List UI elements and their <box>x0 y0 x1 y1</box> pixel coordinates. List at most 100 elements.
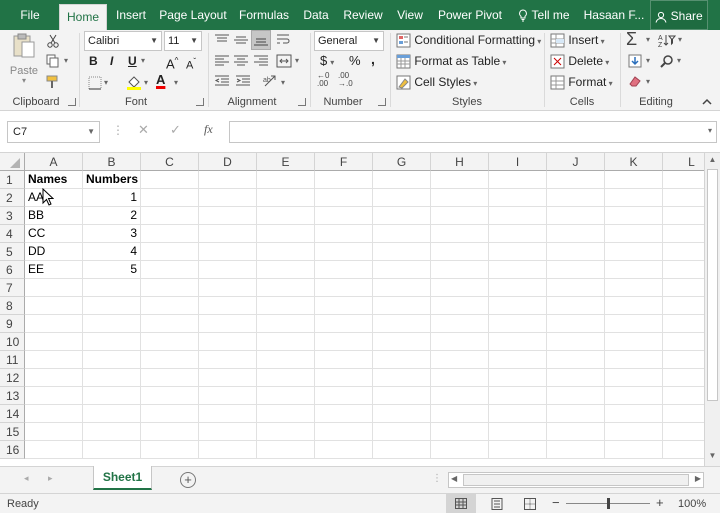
column-header-f[interactable]: F <box>315 153 373 171</box>
font-size-select[interactable]: 11 ▼ <box>164 31 202 51</box>
bold-button[interactable]: B <box>89 52 98 70</box>
cell-i13[interactable] <box>489 387 547 405</box>
cell-b9[interactable] <box>83 315 141 333</box>
cell-l3[interactable] <box>663 207 704 225</box>
cell-j16[interactable] <box>547 441 605 459</box>
row-header-8[interactable]: 8 <box>0 297 25 315</box>
cell-f7[interactable] <box>315 279 373 297</box>
cell-j9[interactable] <box>547 315 605 333</box>
cell-l16[interactable] <box>663 441 704 459</box>
vertical-scroll-thumb[interactable] <box>707 169 718 401</box>
insert-cells-button[interactable]: Insert ▾ <box>550 31 605 51</box>
cell-k15[interactable] <box>605 423 663 441</box>
cell-k10[interactable] <box>605 333 663 351</box>
row-header-11[interactable]: 11 <box>0 351 25 369</box>
cell-i3[interactable] <box>489 207 547 225</box>
cell-c1[interactable] <box>141 171 199 189</box>
clipboard-launcher-icon[interactable] <box>68 98 76 106</box>
account-name[interactable]: Hasaan F... <box>583 0 645 30</box>
row-header-14[interactable]: 14 <box>0 405 25 423</box>
tab-view[interactable]: View <box>394 0 426 30</box>
fill-icon[interactable] <box>628 54 642 68</box>
cancel-icon[interactable]: ✕ <box>138 122 149 138</box>
collapse-ribbon-icon[interactable] <box>702 98 712 106</box>
cell-l4[interactable] <box>663 225 704 243</box>
row-header-4[interactable]: 4 <box>0 225 25 243</box>
cell-j15[interactable] <box>547 423 605 441</box>
cell-g5[interactable] <box>373 243 431 261</box>
cell-k16[interactable] <box>605 441 663 459</box>
tab-file[interactable]: File <box>10 0 50 30</box>
cell-c5[interactable] <box>141 243 199 261</box>
name-box[interactable]: C7 ▼ <box>7 121 100 143</box>
cell-a6[interactable]: EE <box>25 261 83 279</box>
cell-a8[interactable] <box>25 297 83 315</box>
cell-d16[interactable] <box>199 441 257 459</box>
normal-view-button[interactable] <box>446 494 476 513</box>
autosum-dropdown-icon[interactable]: ▾ <box>646 35 650 44</box>
cell-b3[interactable]: 2 <box>83 207 141 225</box>
cell-b14[interactable] <box>83 405 141 423</box>
row-header-9[interactable]: 9 <box>0 315 25 333</box>
row-header-15[interactable]: 15 <box>0 423 25 441</box>
cell-g7[interactable] <box>373 279 431 297</box>
cell-i15[interactable] <box>489 423 547 441</box>
align-left-icon[interactable] <box>214 54 230 68</box>
cell-d6[interactable] <box>199 261 257 279</box>
cell-a2[interactable]: AA <box>25 189 83 207</box>
cell-h1[interactable] <box>431 171 489 189</box>
scroll-up-icon[interactable]: ▲ <box>707 155 718 167</box>
cell-h9[interactable] <box>431 315 489 333</box>
row-header-16[interactable]: 16 <box>0 441 25 459</box>
cell-g9[interactable] <box>373 315 431 333</box>
formula-input[interactable]: ▾ <box>229 121 717 143</box>
cell-c15[interactable] <box>141 423 199 441</box>
clear-icon[interactable] <box>628 75 642 87</box>
cell-i14[interactable] <box>489 405 547 423</box>
cell-e8[interactable] <box>257 297 315 315</box>
cell-e7[interactable] <box>257 279 315 297</box>
cell-d2[interactable] <box>199 189 257 207</box>
cell-a10[interactable] <box>25 333 83 351</box>
row-header-7[interactable]: 7 <box>0 279 25 297</box>
cell-k13[interactable] <box>605 387 663 405</box>
cell-f5[interactable] <box>315 243 373 261</box>
cell-a9[interactable] <box>25 315 83 333</box>
delete-cells-button[interactable]: Delete ▾ <box>550 52 609 72</box>
cell-a5[interactable]: DD <box>25 243 83 261</box>
tab-formulas[interactable]: Formulas <box>236 0 292 30</box>
italic-button[interactable]: I <box>110 52 113 70</box>
cell-e13[interactable] <box>257 387 315 405</box>
cell-l7[interactable] <box>663 279 704 297</box>
cell-c12[interactable] <box>141 369 199 387</box>
scroll-right-icon[interactable]: ▶ <box>695 474 701 483</box>
cell-d7[interactable] <box>199 279 257 297</box>
cell-c13[interactable] <box>141 387 199 405</box>
cell-h12[interactable] <box>431 369 489 387</box>
cell-i11[interactable] <box>489 351 547 369</box>
scroll-left-icon[interactable]: ◀ <box>451 474 457 483</box>
cell-h10[interactable] <box>431 333 489 351</box>
merge-center-icon[interactable] <box>276 54 292 68</box>
cell-h14[interactable] <box>431 405 489 423</box>
cell-j11[interactable] <box>547 351 605 369</box>
cell-f3[interactable] <box>315 207 373 225</box>
prev-sheet-icon[interactable]: ◂ <box>24 473 29 484</box>
column-header-h[interactable]: H <box>431 153 489 171</box>
cell-j6[interactable] <box>547 261 605 279</box>
cell-g15[interactable] <box>373 423 431 441</box>
cell-b4[interactable]: 3 <box>83 225 141 243</box>
borders-icon[interactable] <box>88 76 102 90</box>
cell-j12[interactable] <box>547 369 605 387</box>
find-select-dropdown-icon[interactable]: ▾ <box>677 56 681 65</box>
cell-f2[interactable] <box>315 189 373 207</box>
cell-c9[interactable] <box>141 315 199 333</box>
cell-j7[interactable] <box>547 279 605 297</box>
cell-b1[interactable]: Numbers <box>83 171 141 189</box>
cell-h13[interactable] <box>431 387 489 405</box>
cell-l10[interactable] <box>663 333 704 351</box>
cell-e2[interactable] <box>257 189 315 207</box>
cell-f6[interactable] <box>315 261 373 279</box>
zoom-out-icon[interactable]: − <box>552 493 560 513</box>
row-header-6[interactable]: 6 <box>0 261 25 279</box>
